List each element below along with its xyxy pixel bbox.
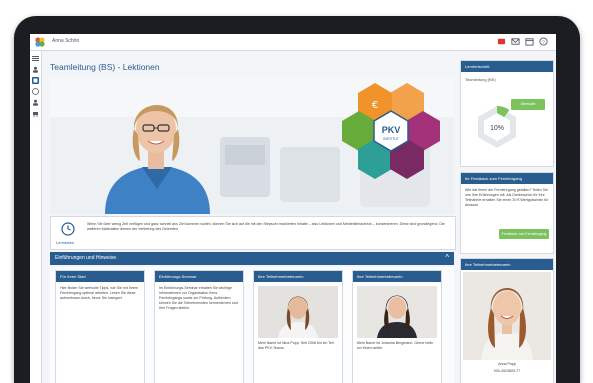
top-bar: Anna Schön ? xyxy=(30,34,556,51)
app-screen: Anna Schön ? Teamleitung (BS) - Lektione… xyxy=(30,34,556,383)
tutor-caption: Mein Name ist Johanna Bergmann. Gerne he… xyxy=(357,341,434,350)
tutor-caption: Mein Name ist Nina Popp. Seit 2008 bin i… xyxy=(258,341,334,350)
progress-header: Lernfortschritt xyxy=(461,61,553,72)
top-icons: ? xyxy=(497,37,548,46)
intro-cards: Für Ihren Start Hier finden Sie wertvoll… xyxy=(50,267,454,383)
chevron-up-icon[interactable]: ^ xyxy=(445,253,449,262)
clock-icon xyxy=(61,222,75,236)
card-start[interactable]: Für Ihren Start Hier finden Sie wertvoll… xyxy=(55,270,145,383)
card-body: Im Einführungs-Seminar erhalten Sie wich… xyxy=(159,286,238,310)
lecture-label: Lerndaten xyxy=(56,240,75,245)
contact-header: Ihre Teilnehmerbetreuerin xyxy=(461,259,553,270)
brand-logo-text: PKV xyxy=(382,125,401,135)
left-rail xyxy=(30,51,42,383)
lecture-text: Wenn Sie über wenig Zeit verfügen und ga… xyxy=(87,222,445,231)
notification-icon[interactable] xyxy=(497,37,506,46)
svg-text:€: € xyxy=(372,100,378,111)
card-seminar[interactable]: Einführungs-Seminar Im Einführungs-Semin… xyxy=(154,270,244,383)
intro-accordion-header[interactable]: Einführungen und Hinweise ^ xyxy=(50,252,454,265)
mail-icon[interactable] xyxy=(511,37,520,46)
help-icon[interactable]: ? xyxy=(539,37,548,46)
user-name[interactable]: Anna Schön xyxy=(52,38,79,44)
banner-image: PKV INSTITUT € xyxy=(50,77,454,214)
course-banner: PKV INSTITUT € xyxy=(50,77,454,214)
card-header: Ihre Teilnehmerbetreuerin xyxy=(353,271,441,282)
app-logo-icon[interactable] xyxy=(34,36,46,48)
info-icon[interactable] xyxy=(32,88,39,95)
calendar-icon[interactable] xyxy=(525,37,534,46)
tutor-photo xyxy=(357,286,437,338)
feedback-text: Wie hat Ihnen der Fernlehrgang gefallen?… xyxy=(465,188,549,207)
accordion-title: Einführungen und Hinweise xyxy=(55,255,117,261)
cart-icon[interactable] xyxy=(32,110,39,117)
contact-phone: 030-4923809-77 xyxy=(493,369,521,373)
svg-text:?: ? xyxy=(542,39,545,45)
feedback-header: Ihr Feedback zum Fernlehrgang xyxy=(461,173,553,184)
user-icon[interactable] xyxy=(32,66,39,73)
card-tutor-1[interactable]: Ihre Teilnehmerbetreuerin Mein Name ist … xyxy=(253,270,343,383)
feedback-panel: Ihr Feedback zum Fernlehrgang Wie hat Ih… xyxy=(460,172,554,254)
card-header: Ihre Teilnehmerbetreuerin xyxy=(254,271,342,282)
progress-gauge: 10% xyxy=(478,106,516,148)
lecture-info-box: Lerndaten Wenn Sie über wenig Zeit verfü… xyxy=(50,216,456,250)
progress-percent: 10% xyxy=(490,125,504,132)
tutor-photo xyxy=(258,286,338,338)
contact-name: Anna Popp xyxy=(498,362,516,366)
contact-panel: Ihre Teilnehmerbetreuerin Anna Popp 030-… xyxy=(460,258,554,383)
progress-panel: Lernfortschritt Teamleitung (BS) Übersic… xyxy=(460,60,554,167)
card-header: Einführungs-Seminar xyxy=(155,271,243,282)
courses-icon[interactable] xyxy=(32,77,39,84)
feedback-button[interactable]: Feedback zum Fernlehrgang xyxy=(499,229,549,239)
card-tutor-2[interactable]: Ihre Teilnehmerbetreuerin Mein Name ist … xyxy=(352,270,442,383)
profile-icon[interactable] xyxy=(32,99,39,106)
card-header: Für Ihren Start xyxy=(56,271,144,282)
page-title: Teamleitung (BS) - Lektionen xyxy=(50,62,160,72)
menu-icon[interactable] xyxy=(32,55,39,62)
progress-course-name: Teamleitung (BS) xyxy=(465,77,496,82)
brand-logo-subtext: INSTITUT xyxy=(383,137,400,141)
card-body: Hier finden Sie wertvolle Tipps, wie Sie… xyxy=(60,286,138,300)
contact-photo xyxy=(463,272,551,360)
